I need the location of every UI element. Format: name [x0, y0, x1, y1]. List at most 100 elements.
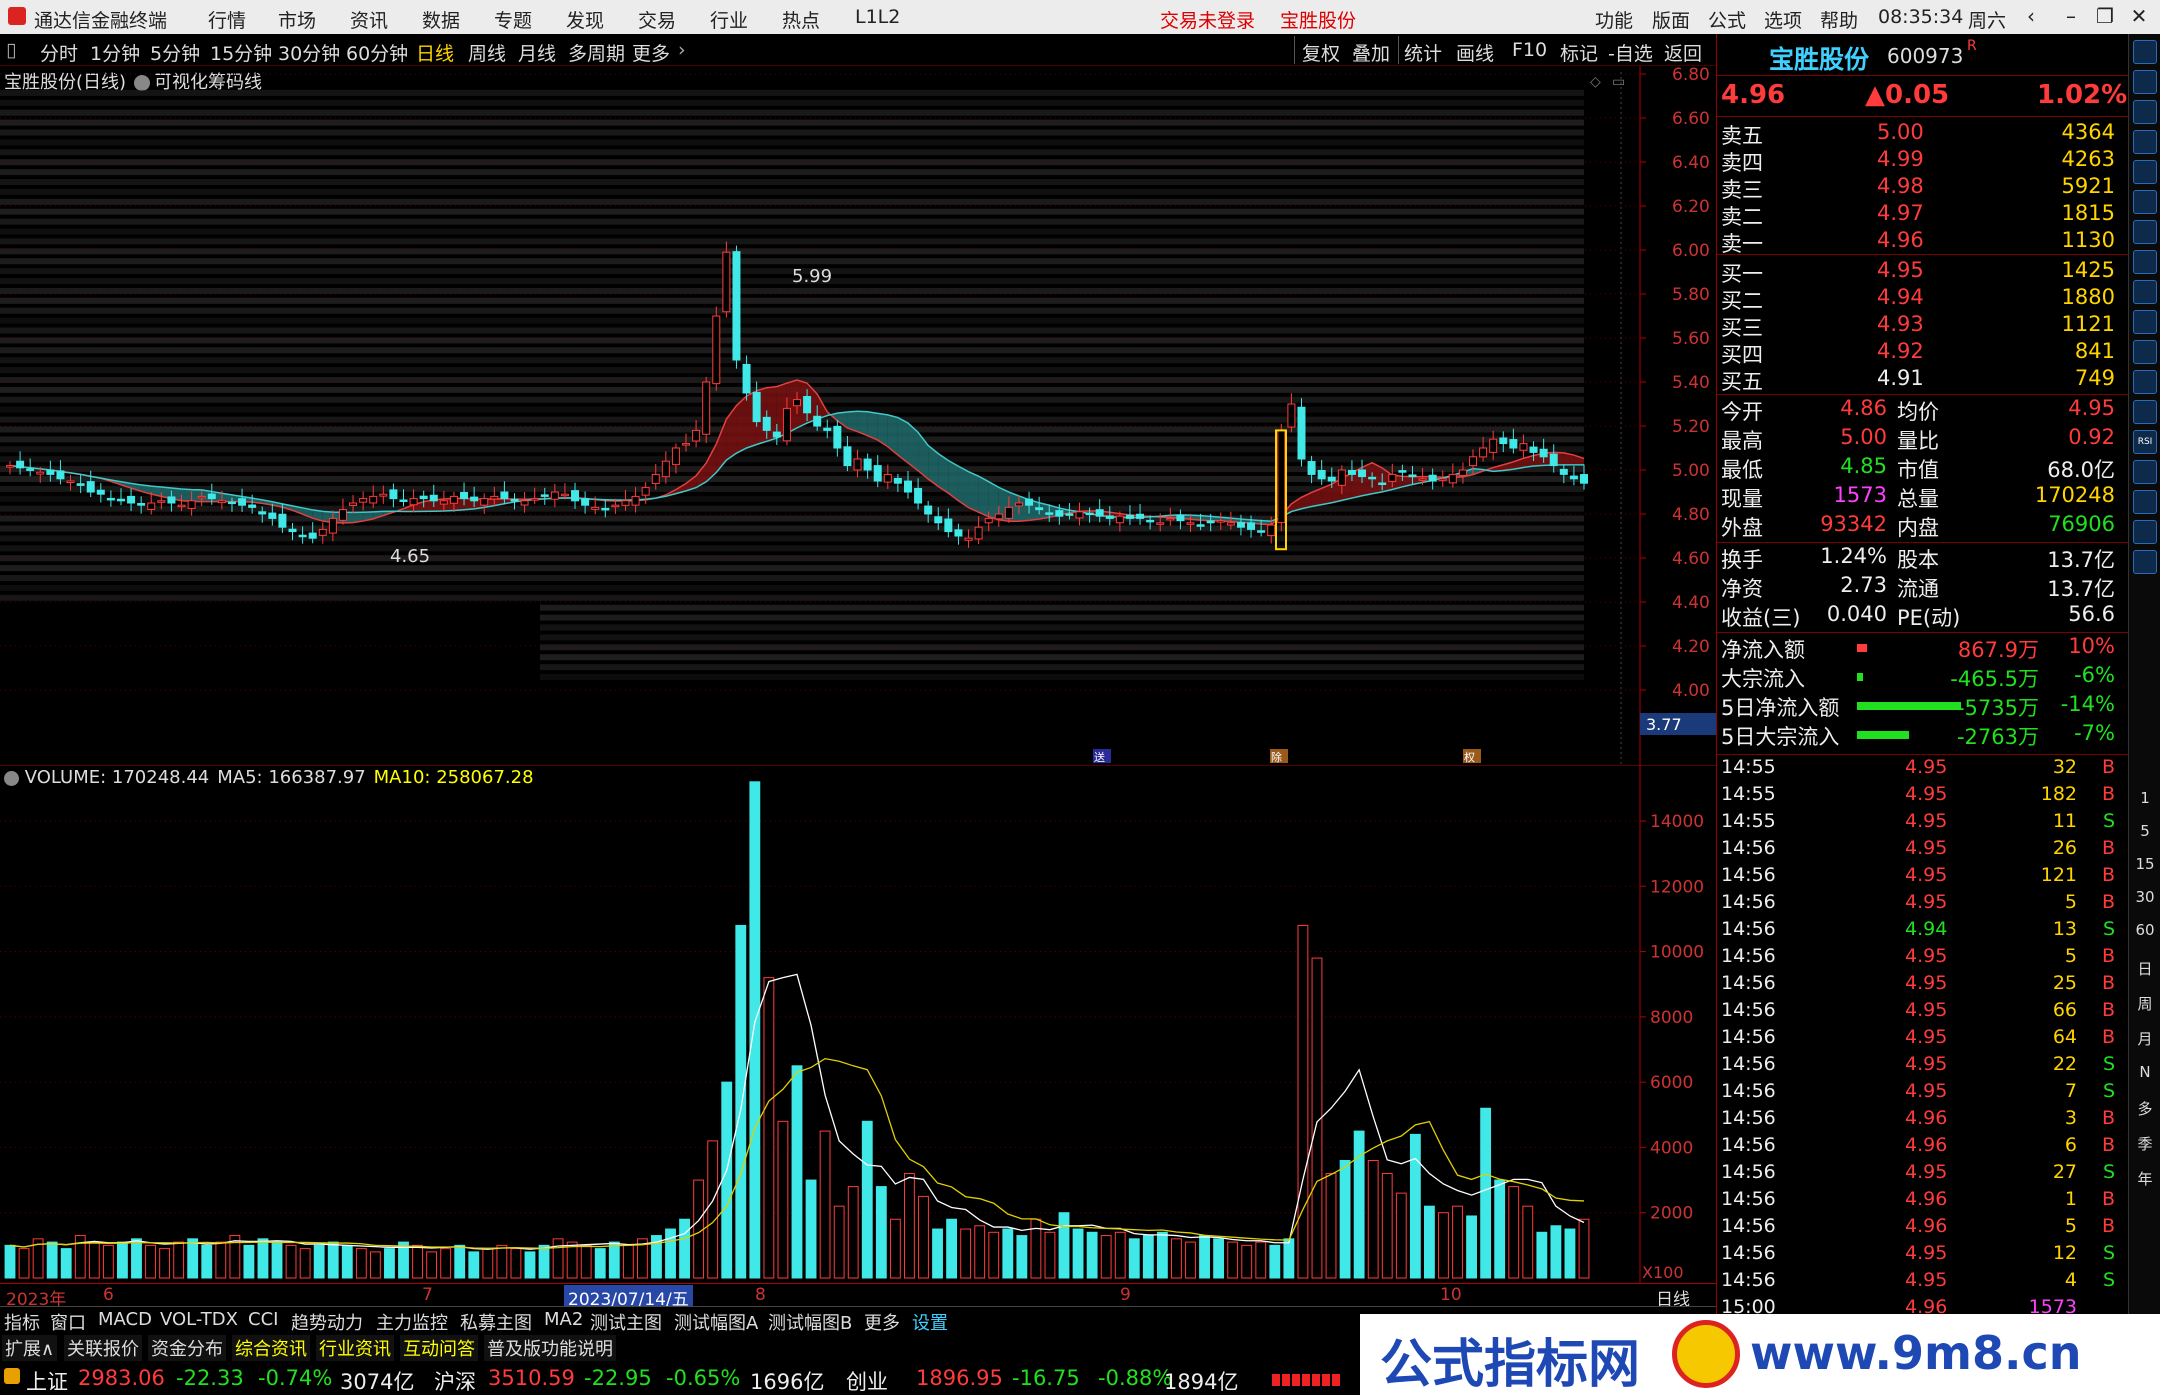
menu-layout[interactable]: 版面 — [1652, 6, 1690, 33]
tick-row[interactable]: 14:56 4.95 27 S — [1717, 1161, 2129, 1188]
period-tab[interactable]: 月线 — [518, 39, 556, 66]
period-tab[interactable]: 周线 — [468, 39, 506, 66]
alert-icon[interactable] — [2133, 460, 2157, 484]
period-shortcut[interactable]: 多 — [2129, 1098, 2160, 1119]
tool-watchlist[interactable]: -自选 — [1608, 39, 1653, 66]
tick-row[interactable]: 14:56 4.95 25 B — [1717, 972, 2129, 999]
move-icon[interactable] — [2133, 490, 2157, 514]
info-icon[interactable] — [2133, 280, 2157, 304]
indicator-tab[interactable]: 测试幅图A — [674, 1309, 758, 1335]
clock-icon[interactable] — [2133, 370, 2157, 394]
settings-tab[interactable]: 设置 — [912, 1309, 948, 1335]
period-shortcut[interactable]: 周 — [2129, 993, 2160, 1014]
tool-restore-rights[interactable]: 复权 — [1302, 39, 1340, 66]
index-name[interactable]: 沪深 — [434, 1366, 476, 1395]
restore-icon[interactable]: ❐ — [2090, 4, 2120, 30]
info-tab[interactable]: 普及版功能说明 — [484, 1335, 616, 1361]
order-book-row[interactable]: 买二 4.94 1880 — [1717, 285, 2129, 313]
period-shortcut[interactable]: 季 — [2129, 1133, 2160, 1154]
collapse-icon[interactable] — [2133, 40, 2157, 64]
f6-icon[interactable] — [2133, 400, 2157, 424]
tick-row[interactable]: 14:56 4.95 7 S — [1717, 1080, 2129, 1107]
indicator-tab[interactable]: 窗口 — [50, 1309, 86, 1335]
tick-row[interactable]: 14:56 4.95 26 B — [1717, 837, 2129, 864]
menu-item[interactable]: 资讯 — [350, 6, 388, 33]
tick-row[interactable]: 14:56 4.95 5 B — [1717, 891, 2129, 918]
down-arrow-icon[interactable] — [2133, 100, 2157, 124]
period-shortcut[interactable]: 年 — [2129, 1168, 2160, 1189]
table-icon[interactable] — [2133, 220, 2157, 244]
indicator-tab[interactable]: MACD — [98, 1309, 152, 1330]
tick-row[interactable]: 14:55 4.95 182 B — [1717, 783, 2129, 810]
tick-row[interactable]: 14:56 4.95 12 S — [1717, 1242, 2129, 1269]
menu-formula[interactable]: 公式 — [1708, 6, 1746, 33]
period-shortcut[interactable]: 15 — [2129, 855, 2160, 873]
menu-item[interactable]: 交易 — [638, 6, 676, 33]
tool-overlay[interactable]: 叠加 — [1352, 39, 1390, 66]
panel-toggle-icon[interactable]: ▯ — [6, 39, 16, 61]
line-chart-icon[interactable] — [2133, 160, 2157, 184]
menu-function[interactable]: 功能 — [1595, 6, 1633, 33]
tick-row[interactable]: 14:56 4.95 22 S — [1717, 1053, 2129, 1080]
candle-icon[interactable] — [2133, 190, 2157, 214]
pencil-icon[interactable] — [2133, 520, 2157, 544]
period-shortcut[interactable]: 日 — [2129, 958, 2160, 979]
tick-row[interactable]: 14:56 4.96 3 B — [1717, 1107, 2129, 1134]
tick-row[interactable]: 14:56 4.95 5 B — [1717, 945, 2129, 972]
menu-item[interactable]: 行情 — [208, 6, 246, 33]
menu-item[interactable]: 市场 — [278, 6, 316, 33]
indicator-tab[interactable]: 测试幅图B — [768, 1309, 852, 1335]
login-status-link[interactable]: 交易未登录 — [1160, 6, 1255, 33]
tick-row[interactable]: 14:56 4.95 66 B — [1717, 999, 2129, 1026]
menu-item[interactable]: 发现 — [566, 6, 604, 33]
indicator-tab[interactable]: 主力监控 — [376, 1309, 448, 1335]
index-name[interactable]: 创业 — [846, 1366, 888, 1395]
tool-stats[interactable]: 统计 — [1404, 39, 1442, 66]
order-book-row[interactable]: 卖一 4.96 1130 — [1717, 228, 2129, 256]
period-shortcut[interactable]: 月 — [2129, 1028, 2160, 1049]
menu-options[interactable]: 选项 — [1764, 6, 1802, 33]
period-tab[interactable]: 多周期 — [568, 39, 625, 66]
indicator-tab[interactable]: 私募主图 — [460, 1309, 532, 1335]
tool-mark[interactable]: 标记 — [1560, 39, 1598, 66]
period-shortcut[interactable]: 5 — [2129, 822, 2160, 840]
order-book-row[interactable]: 卖四 4.99 4263 — [1717, 147, 2129, 175]
tick-row[interactable]: 14:55 4.95 11 S — [1717, 810, 2129, 837]
menu-item[interactable]: 数据 — [422, 6, 460, 33]
indicator-tab[interactable]: 测试主图 — [590, 1309, 662, 1335]
menu-item[interactable]: 热点 — [782, 6, 820, 33]
period-tab[interactable]: 15分钟 — [210, 39, 272, 66]
tick-row[interactable]: 14:56 4.96 5 B — [1717, 1215, 2129, 1242]
volume-chart[interactable]: 14000 12000 10000 8000 6000 4000 2000 X100 — [0, 766, 1716, 1283]
info-tab[interactable]: 资金分布 — [148, 1335, 226, 1361]
tool-back[interactable]: 返回 — [1664, 39, 1702, 66]
tick-row[interactable]: 14:56 4.94 13 S — [1717, 918, 2129, 945]
period-shortcut[interactable]: N — [2129, 1063, 2160, 1081]
indicator-tab[interactable]: 更多 — [864, 1309, 900, 1335]
order-book-row[interactable]: 买五 4.91 749 — [1717, 366, 2129, 394]
list-icon[interactable] — [2133, 130, 2157, 154]
tick-row[interactable]: 14:56 4.95 64 B — [1717, 1026, 2129, 1053]
indicator-tab[interactable]: 趋势动力 — [291, 1309, 363, 1335]
period-shortcut[interactable]: 60 — [2129, 921, 2160, 939]
status-icon[interactable] — [4, 1368, 20, 1384]
tool-draw[interactable]: 画线 — [1456, 39, 1494, 66]
tool-f10[interactable]: F10 — [1512, 39, 1547, 61]
period-tab[interactable]: 30分钟 — [278, 39, 340, 66]
menu-help[interactable]: 帮助 — [1820, 6, 1858, 33]
period-shortcut[interactable]: 1 — [2129, 789, 2160, 807]
f10-icon[interactable] — [2133, 250, 2157, 274]
info-tab[interactable]: 关联报价 — [64, 1335, 142, 1361]
order-book-row[interactable]: 卖三 4.98 5921 — [1717, 174, 2129, 202]
index-name[interactable]: 上证 — [26, 1366, 68, 1395]
info-tab[interactable]: 行业资讯 — [316, 1335, 394, 1361]
period-tab[interactable]: 60分钟 — [346, 39, 408, 66]
tick-row[interactable]: 14:56 4.96 6 B — [1717, 1134, 2129, 1161]
tick-row[interactable]: 14:56 4.95 121 B — [1717, 864, 2129, 891]
order-book-row[interactable]: 买一 4.95 1425 — [1717, 258, 2129, 286]
menu-item[interactable]: 专题 — [494, 6, 532, 33]
tick-row[interactable]: 14:56 4.95 4 S — [1717, 1269, 2129, 1296]
back-icon[interactable]: ‹ — [2016, 4, 2046, 30]
up-arrow-icon[interactable] — [2133, 70, 2157, 94]
indicator-tab[interactable]: VOL-TDX — [160, 1309, 238, 1330]
